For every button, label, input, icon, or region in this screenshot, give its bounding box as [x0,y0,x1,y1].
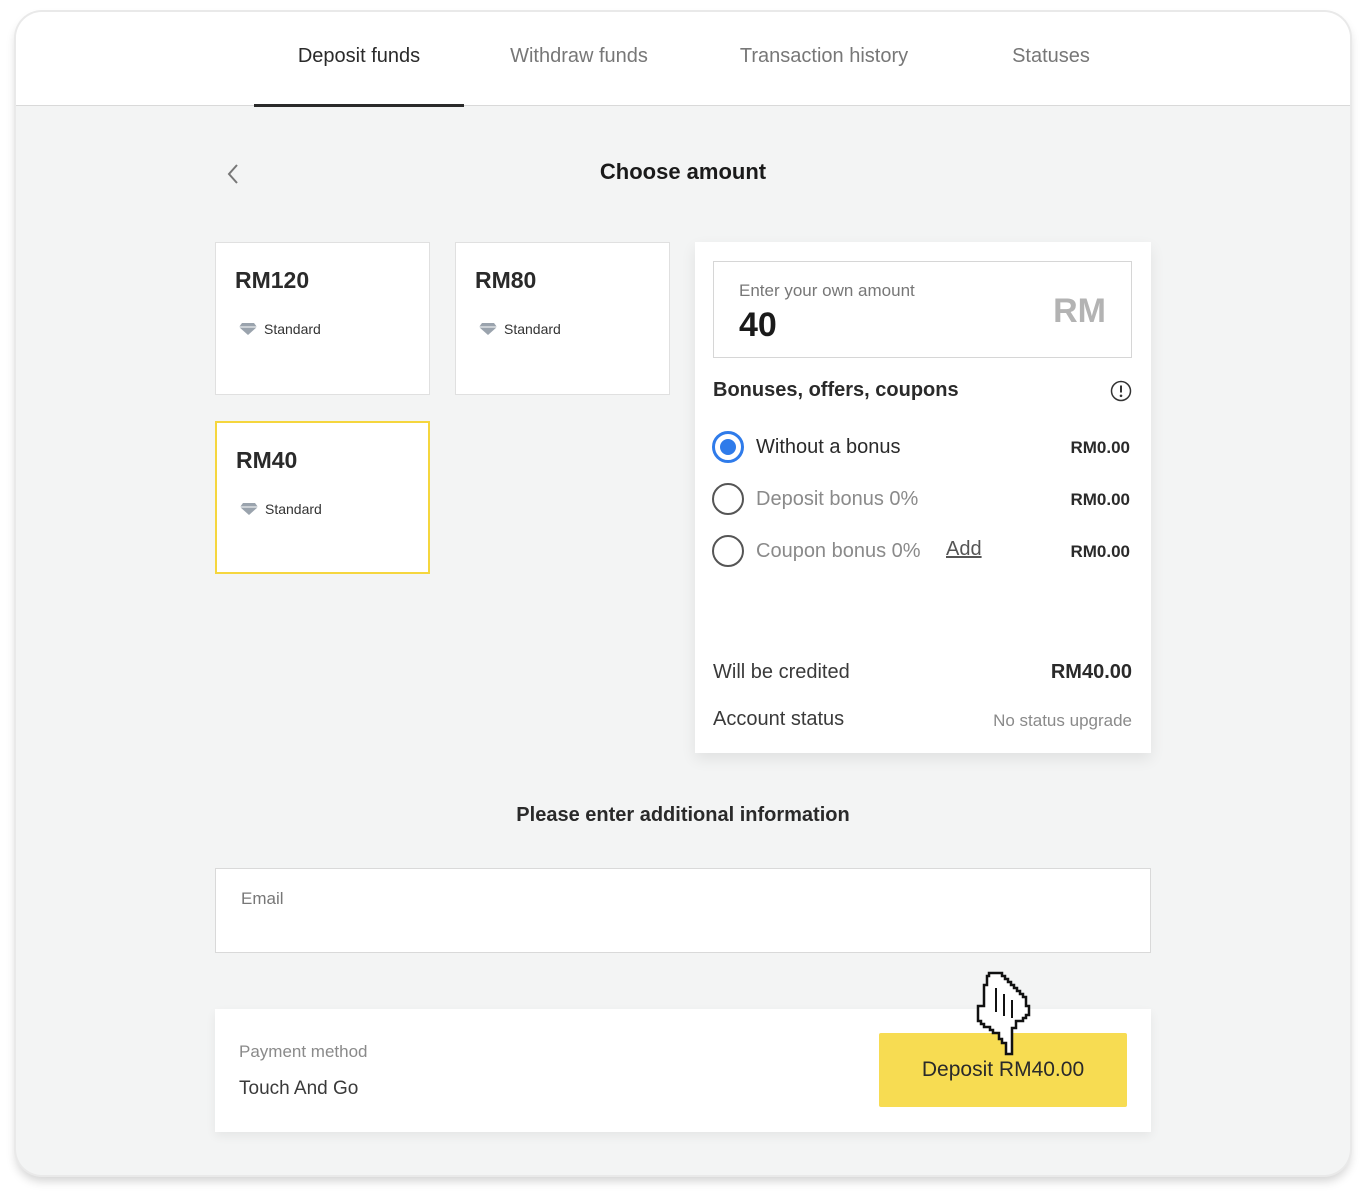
tab-withdraw-funds[interactable]: Withdraw funds [484,12,674,106]
amount-card-value: RM120 [235,267,310,293]
tier-badge: Standard [238,321,321,337]
credited-row: Will be credited RM40.00 [713,661,1132,687]
credited-value: RM40.00 [1050,661,1132,683]
account-status-row: Account status No status upgrade [713,708,1132,734]
payment-bar: Payment method Touch And Go Deposit RM40… [215,1009,1151,1132]
app-window: Deposit funds Withdraw funds Transaction… [16,12,1350,1175]
tier-label: Standard [264,321,321,337]
tier-label: Standard [504,321,561,337]
email-field[interactable]: Email [215,868,1151,953]
bonus-option-label: Coupon bonus 0% [756,540,921,562]
tier-label: Standard [265,501,322,517]
page-title: Choose amount [599,159,767,184]
diamond-icon [240,503,258,515]
amount-card-rm80[interactable]: RM80 Standard [455,242,670,395]
tab-deposit-funds[interactable]: Deposit funds [254,12,464,107]
radio-selected[interactable] [712,431,744,463]
bonuses-heading: Bonuses, offers, coupons [713,379,959,401]
bonus-option-coupon-bonus[interactable]: Coupon bonus 0% Add RM0.00 [712,535,1132,569]
tier-badge: Standard [239,501,322,517]
info-icon[interactable] [1110,380,1132,402]
bonus-option-value: RM0.00 [1070,490,1130,509]
tier-badge: Standard [478,321,561,337]
additional-info-title: Please enter additional information [516,804,850,826]
payment-method-value: Touch And Go [239,1078,359,1099]
bonus-option-label: Without a bonus [756,436,901,458]
amount-card-value: RM80 [475,267,537,293]
custom-amount-input[interactable]: Enter your own amount 40 RM [713,261,1132,358]
bonus-option-value: RM0.00 [1070,438,1130,457]
tab-bar: Deposit funds Withdraw funds Transaction… [16,12,1350,107]
amount-panel: Enter your own amount 40 RM Bonuses, off… [695,242,1151,753]
email-placeholder: Email [241,889,284,908]
bonus-option-value: RM0.00 [1070,542,1130,561]
deposit-button[interactable]: Deposit RM40.00 [879,1033,1127,1107]
radio-unselected[interactable] [712,483,744,515]
amount-card-value: RM40 [236,447,298,473]
radio-unselected[interactable] [712,535,744,567]
amount-card-rm40[interactable]: RM40 Standard [215,421,430,574]
add-coupon-link[interactable]: Add [946,538,982,561]
currency-label: RM [1053,292,1106,330]
tab-transaction-history[interactable]: Transaction history [716,12,932,106]
custom-amount-placeholder: Enter your own amount [739,281,915,300]
account-status-label: Account status [713,708,845,730]
bonus-option-label: Deposit bonus 0% [756,488,919,510]
bonus-option-without-bonus[interactable]: Without a bonus RM0.00 [712,431,1132,465]
tab-statuses[interactable]: Statuses [976,12,1126,106]
custom-amount-value: 40 [739,306,777,344]
amount-card-rm120[interactable]: RM120 Standard [215,242,430,395]
diamond-icon [239,323,257,335]
account-status-value: No status upgrade [993,711,1132,730]
credited-label: Will be credited [713,661,850,683]
payment-method-label: Payment method [239,1042,368,1061]
diamond-icon [479,323,497,335]
bonus-option-deposit-bonus[interactable]: Deposit bonus 0% RM0.00 [712,483,1132,517]
